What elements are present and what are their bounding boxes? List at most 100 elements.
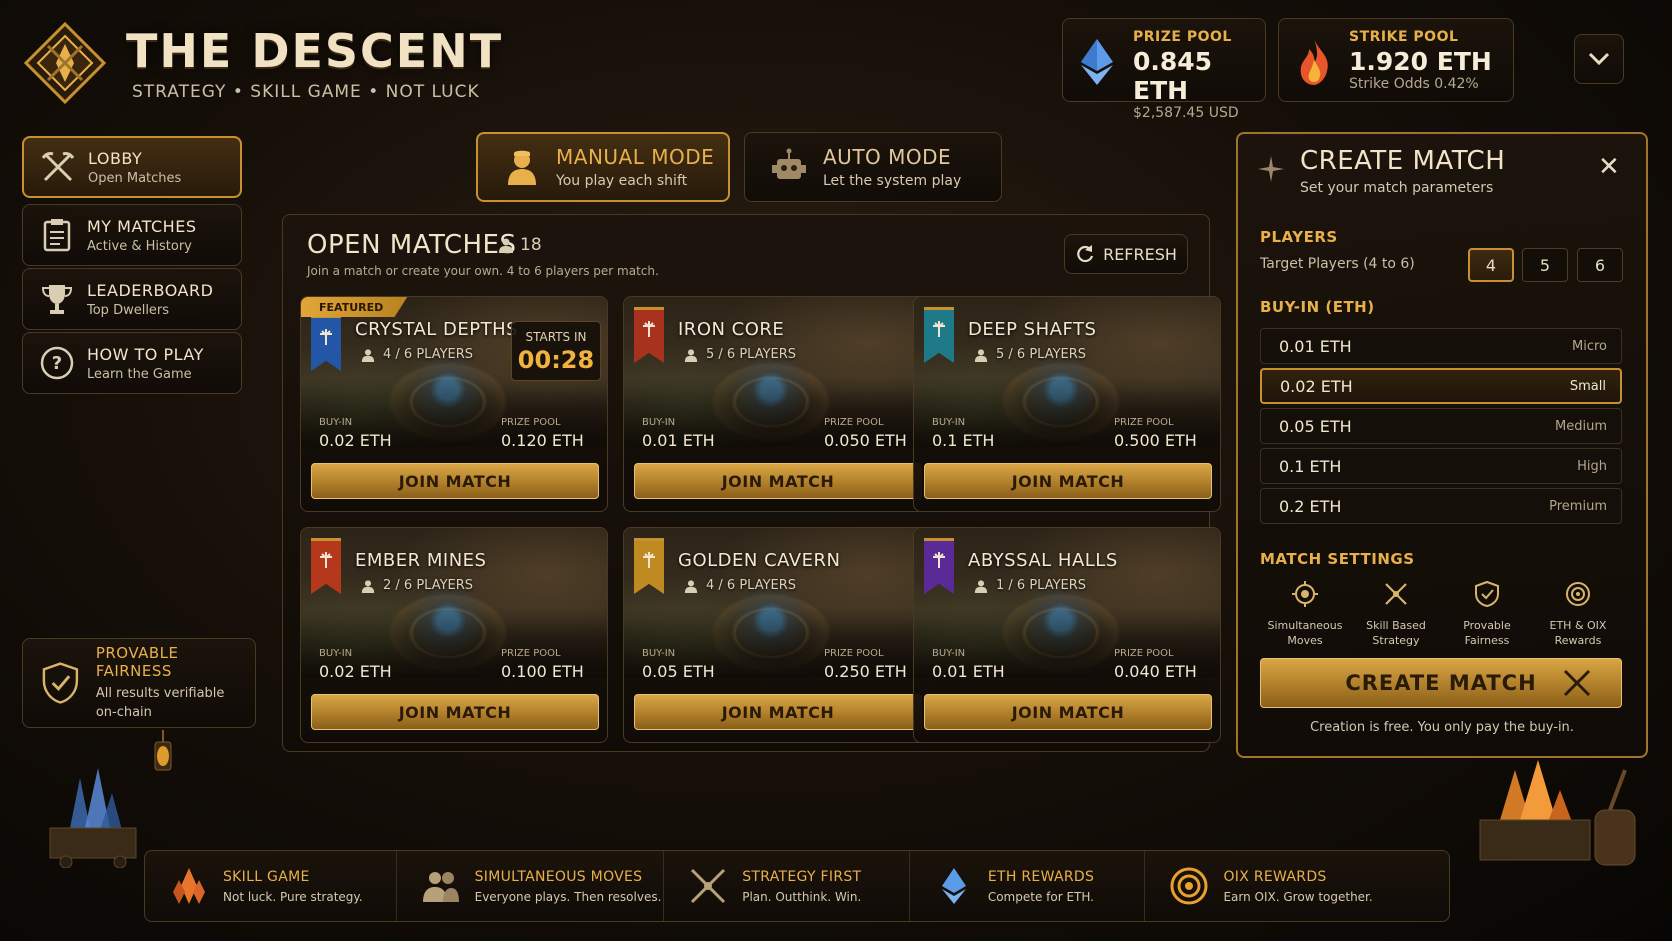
match-players: 5 / 6 PLAYERS: [684, 347, 796, 362]
feature-item: OIX REWARDS Earn OIX. Grow together.: [1145, 851, 1449, 921]
provable-fairness-panel: PROVABLE FAIRNESS All results verifiable…: [22, 638, 256, 728]
match-setting-item: Skill Based Strategy: [1351, 580, 1441, 648]
sidebar-item-how-to-play[interactable]: ? HOW TO PLAY Learn the Game: [22, 332, 242, 394]
players-icon: [421, 866, 461, 906]
manual-mode-button[interactable]: MANUAL MODE You play each shift: [476, 132, 730, 202]
clipboard-icon: [37, 215, 77, 255]
feature-title: SKILL GAME: [223, 868, 310, 885]
join-match-button[interactable]: JOIN MATCH: [311, 694, 599, 730]
prize-label: PRIZE POOL: [1114, 648, 1174, 659]
refresh-button[interactable]: REFRESH: [1064, 234, 1188, 274]
join-match-button[interactable]: JOIN MATCH: [924, 463, 1212, 499]
descent-emblem-logo: [24, 22, 106, 104]
prize-pool-label: PRIZE POOL: [1133, 29, 1232, 45]
crossed-swords-icon: [688, 866, 728, 906]
prize-label: PRIZE POOL: [824, 417, 884, 428]
strike-pool-panel: STRIKE POOL 1.920 ETH Strike Odds 0.42%: [1278, 18, 1514, 102]
feature-item: STRATEGY FIRST Plan. Outthink. Win.: [664, 851, 910, 921]
create-match-title: CREATE MATCH: [1300, 146, 1506, 176]
sidebar-item-sub: Open Matches: [88, 170, 182, 186]
match-card: CRYSTAL DEPTHS 4 / 6 PLAYERS BUY-IN 0.02…: [300, 296, 608, 512]
auto-mode-button[interactable]: AUTO MODE Let the system play: [744, 132, 1002, 202]
buyin-option[interactable]: 0.2 ETH Premium: [1260, 488, 1622, 524]
buyin-option-tier: Small: [1569, 378, 1606, 394]
sidebar-item-lobby[interactable]: LOBBY Open Matches: [22, 136, 242, 198]
players-hint: Target Players (4 to 6): [1260, 256, 1415, 272]
prize-pool-usd: $2,587.45 USD: [1133, 105, 1239, 121]
buyin-label: BUY-IN: [932, 648, 966, 659]
player-option-5[interactable]: 5: [1522, 248, 1568, 282]
buyin-option[interactable]: 0.01 ETH Micro: [1260, 328, 1622, 364]
match-players-count: 4 / 6 PLAYERS: [706, 578, 797, 593]
join-match-button[interactable]: JOIN MATCH: [634, 463, 922, 499]
refresh-icon: [1077, 245, 1094, 263]
players-icon: [684, 348, 698, 362]
prize-value: 0.040 ETH: [1114, 662, 1197, 681]
match-setting-item: Simultaneous Moves: [1260, 580, 1350, 648]
account-dropdown-button[interactable]: [1574, 34, 1624, 84]
coin-icon: [1566, 582, 1590, 606]
feature-title: OIX REWARDS: [1223, 868, 1327, 885]
setting-label: Simultaneous Moves: [1267, 619, 1343, 647]
sidebar-item-title: LOBBY: [88, 148, 143, 168]
buyin-option[interactable]: 0.05 ETH Medium: [1260, 408, 1622, 444]
gear-icon: [1292, 581, 1318, 607]
match-players-count: 5 / 6 PLAYERS: [996, 347, 1087, 362]
prize-label: PRIZE POOL: [824, 648, 884, 659]
open-matches-count-value: 18: [520, 235, 542, 255]
join-match-button[interactable]: JOIN MATCH: [311, 463, 599, 499]
player-option-6[interactable]: 6: [1577, 248, 1623, 282]
join-match-button[interactable]: JOIN MATCH: [924, 694, 1212, 730]
match-players-count: 2 / 6 PLAYERS: [383, 578, 474, 593]
buyin-option[interactable]: 0.1 ETH High: [1260, 448, 1622, 484]
match-players: 5 / 6 PLAYERS: [974, 347, 1086, 362]
eth-icon: [934, 866, 974, 906]
prize-value: 0.250 ETH: [824, 662, 907, 681]
match-name: IRON CORE: [678, 319, 785, 340]
fairness-title: PROVABLE FAIRNESS: [95, 644, 179, 680]
prize-value: 0.120 ETH: [501, 431, 584, 450]
open-matches-count: 18: [498, 235, 542, 255]
buyin-value: 0.02 ETH: [319, 431, 392, 450]
buyin-option-value: 0.05 ETH: [1279, 416, 1352, 436]
game-tagline: STRATEGY • SKILL GAME • NOT LUCK: [132, 82, 480, 102]
crossed-pickaxes-icon: [38, 147, 78, 187]
feature-item: SIMULTANEOUS MOVES Everyone plays. Then …: [397, 851, 665, 921]
open-matches-subtitle: Join a match or create your own. 4 to 6 …: [307, 264, 659, 278]
buyin-option-tier: Premium: [1549, 498, 1607, 514]
oix-coin-icon: [1169, 866, 1209, 906]
prize-value: 0.050 ETH: [824, 431, 907, 450]
open-matches-title: OPEN MATCHES: [307, 230, 517, 260]
sidebar-item-my-matches[interactable]: MY MATCHES Active & History: [22, 204, 242, 266]
buyin-option-tier: High: [1577, 458, 1607, 474]
prize-pool-value: 0.845 ETH: [1133, 47, 1213, 105]
sidebar-item-leaderboard[interactable]: LEADERBOARD Top Dwellers: [22, 268, 242, 330]
buyin-option-tier: Micro: [1572, 338, 1607, 354]
strike-pool-label: STRIKE POOL: [1349, 29, 1459, 45]
close-icon[interactable]: ✕: [1598, 152, 1620, 182]
feature-sub: Not luck. Pure strategy.: [223, 889, 363, 904]
setting-label: ETH & OIX Rewards: [1549, 619, 1607, 647]
match-name: CRYSTAL DEPTHS: [355, 319, 519, 340]
match-card: IRON CORE 5 / 6 PLAYERS BUY-IN 0.01 ETH …: [623, 296, 931, 512]
buyin-option[interactable]: 0.02 ETH Small: [1260, 368, 1622, 404]
buyin-label: BUY-IN: [319, 417, 353, 428]
buyin-option-value: 0.2 ETH: [1279, 496, 1342, 516]
players-icon: [361, 579, 375, 593]
buyin-option-value: 0.02 ETH: [1280, 376, 1353, 396]
match-card: EMBER MINES 2 / 6 PLAYERS BUY-IN 0.02 ET…: [300, 527, 608, 743]
refresh-label: REFRESH: [1103, 244, 1177, 264]
match-setting-item: Provable Fairness: [1442, 580, 1532, 648]
crystal-icon: [169, 866, 209, 906]
buyin-value: 0.02 ETH: [319, 662, 392, 681]
player-option-4[interactable]: 4: [1468, 248, 1514, 282]
sidebar-item-sub: Learn the Game: [87, 366, 192, 382]
join-match-button[interactable]: JOIN MATCH: [634, 694, 922, 730]
feature-sub: Compete for ETH.: [987, 889, 1094, 904]
setting-label: Provable Fairness: [1463, 619, 1511, 647]
starts-in-label: STARTS IN: [525, 330, 587, 344]
match-players-count: 5 / 6 PLAYERS: [706, 347, 797, 362]
create-match-button[interactable]: CREATE MATCH: [1260, 658, 1622, 708]
feature-sub: Plan. Outthink. Win.: [742, 889, 862, 904]
player-icon: [499, 238, 513, 253]
